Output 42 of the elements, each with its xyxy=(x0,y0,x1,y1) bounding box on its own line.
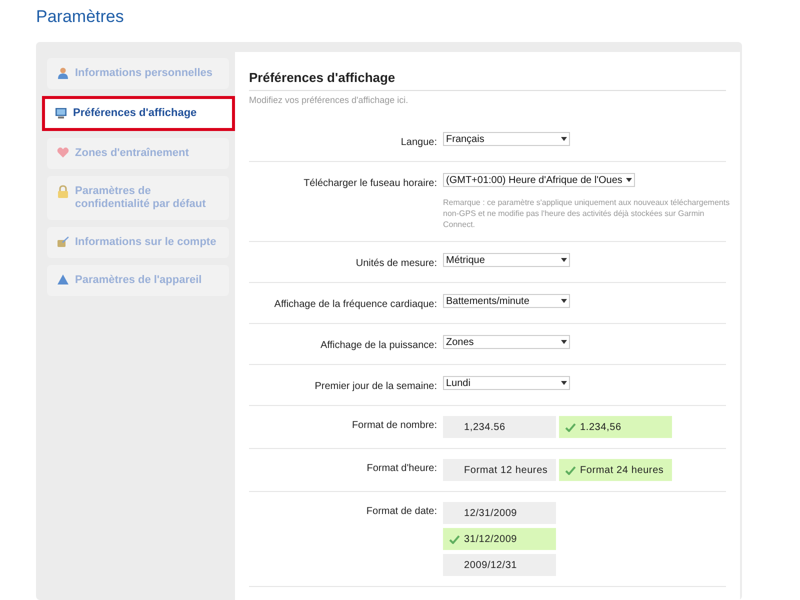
dropdown[interactable]: Battements/minute xyxy=(443,294,570,308)
format-option[interactable]: Format 24 heures xyxy=(559,459,672,481)
format-option[interactable]: 31/12/2009 xyxy=(443,528,556,550)
setting-label: Format de nombre: xyxy=(350,419,438,433)
setting-label: Format d'heure: xyxy=(366,462,438,476)
setting-label: Affichage de la fréquence cardiaque: xyxy=(273,298,438,312)
monitor-icon xyxy=(55,107,67,119)
page-title: Paramètres xyxy=(36,6,125,28)
check-icon xyxy=(449,534,460,544)
section-heading: Préférences d'affichage xyxy=(249,68,726,90)
caret-icon xyxy=(561,299,567,303)
section-subtitle: Modifiez vos préférences d'affichage ici. xyxy=(249,94,410,107)
format-option[interactable]: 1,234.56 xyxy=(443,416,556,438)
caret-icon xyxy=(561,258,567,262)
caret-icon xyxy=(626,178,632,182)
dropdown[interactable]: Français xyxy=(443,132,570,146)
card-icon xyxy=(57,236,69,248)
triangle-icon xyxy=(57,274,69,285)
heart-icon xyxy=(57,147,69,158)
format-option[interactable]: 2009/12/31 xyxy=(443,554,556,576)
format-option[interactable]: 1.234,56 xyxy=(559,416,672,438)
setting-label: Télécharger le fuseau horaire: xyxy=(302,177,438,191)
format-option[interactable]: 12/31/2009 xyxy=(443,502,556,524)
check-icon xyxy=(565,466,576,474)
setting-label: Premier jour de la semaine: xyxy=(314,380,438,394)
dropdown[interactable]: (GMT+01:00) Heure d'Afrique de l'Oues xyxy=(443,173,636,187)
setting-label: Format de date: xyxy=(365,505,438,519)
check-icon xyxy=(565,422,576,432)
format-option[interactable]: Format 12 heures xyxy=(443,459,556,481)
caret-icon xyxy=(561,137,567,141)
dropdown[interactable]: Lundi xyxy=(443,376,570,390)
caret-icon xyxy=(561,381,567,385)
setting-label: Unités de mesure: xyxy=(354,257,438,271)
person-icon xyxy=(57,67,69,79)
caret-icon xyxy=(561,340,567,344)
sidebar-item[interactable]: Préférences d'affichage xyxy=(42,96,235,131)
dropdown[interactable]: Métrique xyxy=(443,253,570,267)
lock-icon xyxy=(57,185,69,198)
setting-label: Affichage de la puissance: xyxy=(319,339,438,353)
setting-label: Langue: xyxy=(400,136,438,150)
dropdown[interactable]: Zones xyxy=(443,335,570,349)
note-text: Remarque : ce paramètre s'applique uniquement aux nouveaux téléchargements non-GPS et ne modifie pas l'heure des activités déjà stockées sur Garmin Connect. xyxy=(443,197,731,230)
